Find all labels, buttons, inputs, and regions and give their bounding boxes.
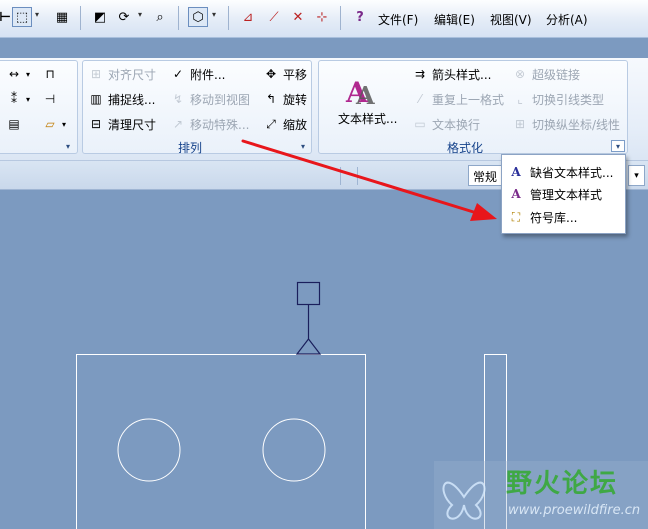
menu-item-default-text-style[interactable]: A 缺省文本样式... xyxy=(508,162,613,182)
format-launcher-popup-menu: A 缺省文本样式... A 管理文本样式 ⛶ 符号库... xyxy=(501,154,626,234)
default-text-style-icon: A xyxy=(511,165,521,179)
symbol-library-label: 符号库... xyxy=(530,210,578,225)
annotation-arrow xyxy=(241,139,497,221)
manage-text-style-icon: A xyxy=(511,187,521,201)
symbol-library-icon: ⛶ xyxy=(511,210,521,224)
menu-item-manage-text-style[interactable]: A 管理文本样式 xyxy=(508,184,602,204)
default-text-style-label: 缺省文本样式... xyxy=(530,165,614,180)
menu-item-symbol-library[interactable]: ⛶ 符号库... xyxy=(508,207,578,227)
manage-text-style-label: 管理文本样式 xyxy=(530,187,603,202)
